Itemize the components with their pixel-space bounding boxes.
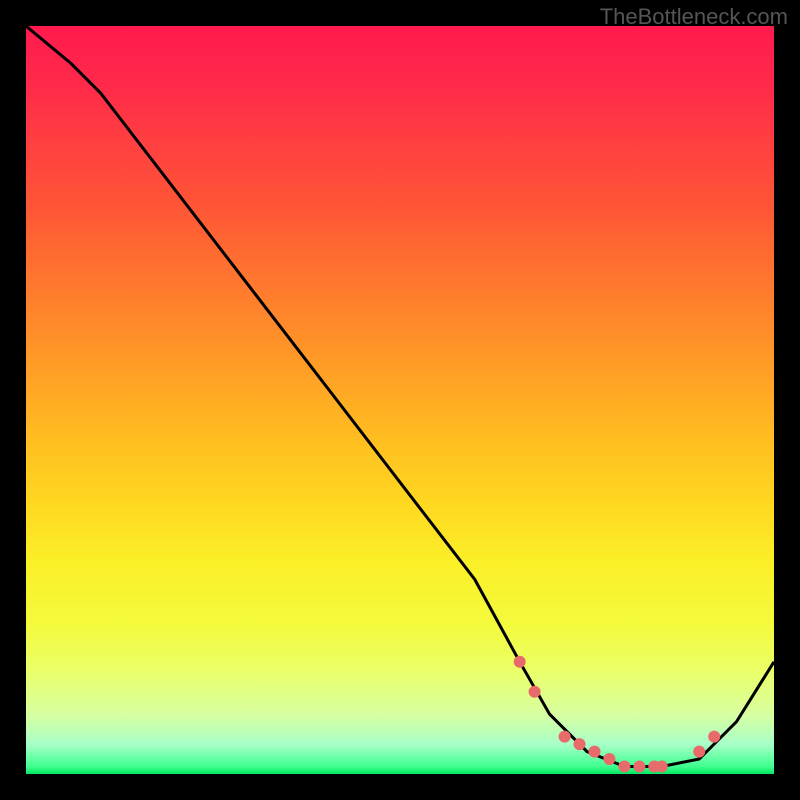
data-marker — [618, 761, 630, 773]
chart-svg — [26, 26, 774, 774]
watermark-text: TheBottleneck.com — [600, 4, 788, 30]
data-marker — [559, 731, 571, 743]
plot-area — [26, 26, 774, 774]
data-marker — [693, 746, 705, 758]
data-marker — [574, 738, 586, 750]
data-marker — [708, 731, 720, 743]
data-markers — [514, 656, 721, 773]
data-marker — [633, 761, 645, 773]
curve-line — [26, 26, 774, 767]
data-marker — [514, 656, 526, 668]
data-marker — [589, 746, 601, 758]
data-marker — [656, 761, 668, 773]
data-marker — [529, 686, 541, 698]
data-marker — [603, 753, 615, 765]
